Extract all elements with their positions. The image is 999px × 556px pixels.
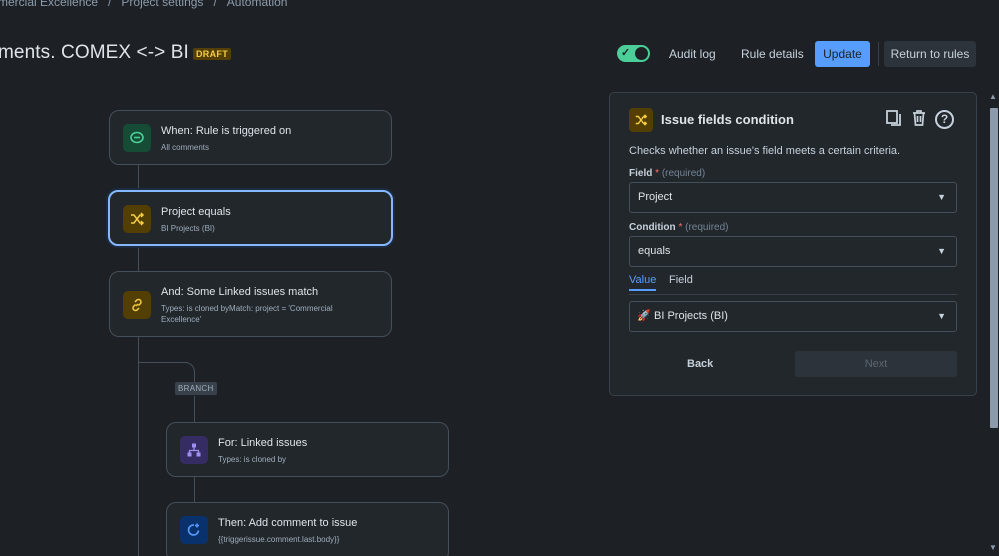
tab-field[interactable]: Field xyxy=(669,274,693,286)
value-select[interactable]: 🚀 BI Projects (BI) ▼ xyxy=(629,301,957,332)
field-label: Field * (required) xyxy=(629,168,705,179)
node-subtitle: BI Projects (BI) xyxy=(161,224,215,233)
breadcrumb-item-project[interactable]: mercial Excellence xyxy=(0,0,98,9)
branch-badge: BRANCH xyxy=(175,382,217,395)
add-comment-action-node[interactable]: Then: Add comment to issue {{triggerissu… xyxy=(166,502,449,556)
breadcrumb-separator: / xyxy=(213,0,217,9)
required-mark: * xyxy=(655,168,660,179)
node-title: And: Some Linked issues match xyxy=(161,286,319,298)
flow-connector xyxy=(194,476,195,503)
node-subtitle: Types: is cloned byMatch: project = 'Com… xyxy=(161,304,333,324)
node-subtitle: {{triggerissue.comment.last.body}} xyxy=(218,535,340,544)
value-type-tabs: Value Field xyxy=(629,273,957,295)
flow-branch-curve xyxy=(175,362,195,382)
toggle-knob xyxy=(635,47,648,60)
rocket-icon: 🚀 xyxy=(637,310,651,322)
field-select[interactable]: Project ▼ xyxy=(629,182,957,213)
duplicate-icon[interactable] xyxy=(883,109,905,131)
chevron-down-icon: ▼ xyxy=(937,311,946,321)
scroll-up-arrow-icon[interactable]: ▲ xyxy=(989,92,997,101)
header-divider xyxy=(878,42,879,66)
link-icon xyxy=(123,291,151,319)
value-select-value: BI Projects (BI) xyxy=(654,310,728,322)
chevron-down-icon: ▼ xyxy=(937,192,946,202)
trigger-node[interactable]: When: Rule is triggered on All comments xyxy=(109,110,392,165)
condition-label-text: Condition xyxy=(629,222,676,233)
return-to-rules-button[interactable]: Return to rules xyxy=(884,41,976,67)
hierarchy-icon xyxy=(180,436,208,464)
scroll-down-arrow-icon[interactable]: ▼ xyxy=(989,543,997,552)
node-title: Project equals xyxy=(161,206,231,218)
linked-issues-condition-node[interactable]: And: Some Linked issues match Types: is … xyxy=(109,271,392,337)
help-icon[interactable]: ? xyxy=(935,110,954,129)
node-title: Then: Add comment to issue xyxy=(218,517,358,529)
flow-connector xyxy=(138,245,139,272)
panel-description: Checks whether an issue's field meets a … xyxy=(629,145,901,157)
flow-connector xyxy=(138,165,139,191)
breadcrumb: mercial Excellence / Project settings / Auto… xyxy=(0,0,287,9)
breadcrumb-separator: / xyxy=(108,0,112,9)
node-title: When: Rule is triggered on xyxy=(161,125,292,137)
field-select-value: Project xyxy=(638,191,673,203)
required-mark: * xyxy=(678,222,683,233)
tab-value[interactable]: Value xyxy=(629,274,657,291)
scrollbar-thumb[interactable] xyxy=(990,108,998,428)
trash-icon[interactable] xyxy=(908,109,930,131)
draft-badge: DRAFT xyxy=(193,48,231,60)
node-title: For: Linked issues xyxy=(218,437,308,449)
condition-select-value: equals xyxy=(638,245,671,257)
flow-connector xyxy=(194,396,195,423)
check-icon: ✓ xyxy=(621,47,631,59)
comment-icon xyxy=(123,124,151,152)
chevron-down-icon: ▼ xyxy=(937,246,946,256)
issue-fields-condition-panel: Issue fields condition ? Checks whether … xyxy=(609,92,977,396)
next-button[interactable]: Next xyxy=(795,351,957,377)
rule-enabled-toggle[interactable]: ✓ xyxy=(617,45,650,62)
shuffle-icon xyxy=(629,108,653,132)
condition-select[interactable]: equals ▼ xyxy=(629,236,957,267)
required-text: (required) xyxy=(685,222,729,233)
node-subtitle: Types: is cloned by xyxy=(218,455,287,464)
shuffle-icon xyxy=(123,205,151,233)
branch-for-node[interactable]: For: Linked issues Types: is cloned by xyxy=(166,422,449,477)
panel-title: Issue fields condition xyxy=(661,112,794,127)
update-button[interactable]: Update xyxy=(815,41,870,67)
field-label-text: Field xyxy=(629,168,653,179)
condition-label: Condition * (required) xyxy=(629,222,728,233)
back-button[interactable]: Back xyxy=(687,358,713,370)
flow-connector xyxy=(138,336,139,556)
project-condition-node[interactable]: Project equals BI Projects (BI) xyxy=(108,190,393,246)
comment-add-icon xyxy=(180,516,208,544)
breadcrumb-item-settings[interactable]: Project settings xyxy=(121,0,203,9)
node-subtitle: All comments xyxy=(161,143,210,152)
page-title[interactable]: ments. COMEX <-> BI xyxy=(0,42,189,64)
required-text: (required) xyxy=(661,168,706,179)
audit-log-button[interactable]: Audit log xyxy=(661,41,724,67)
breadcrumb-item-automation[interactable]: Automation xyxy=(227,0,288,9)
rule-details-button[interactable]: Rule details xyxy=(733,41,812,67)
